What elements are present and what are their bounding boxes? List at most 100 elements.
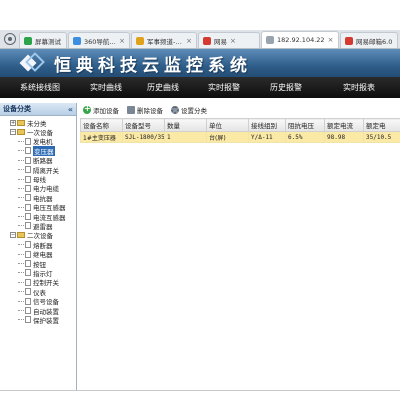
tree-item[interactable]: 熔断器 (0, 240, 76, 250)
nav-item-realtime-alarm[interactable]: 实时报警 (194, 82, 254, 93)
tab-favicon-icon (345, 36, 353, 45)
browser-tab[interactable]: 网易 × (198, 32, 260, 48)
column-header-quantity[interactable]: 数量 (164, 118, 207, 132)
tab-close-icon[interactable]: × (119, 37, 125, 45)
tree-item[interactable]: 自动装置 (0, 306, 76, 316)
add-device-button[interactable]: 添加设备 (83, 104, 119, 115)
column-header-rated-voltage[interactable]: 额定电 (363, 118, 400, 132)
cell-quantity[interactable]: 1 (164, 131, 207, 143)
document-icon (25, 203, 31, 211)
document-icon (25, 156, 31, 164)
tree-item[interactable]: 电压互感器 (0, 203, 76, 212)
document-icon (25, 307, 31, 314)
cell-rated-current[interactable]: 98.98 (324, 131, 364, 143)
tree-connector (18, 272, 24, 274)
browser-home-icon[interactable] (4, 33, 16, 45)
tree-item[interactable]: 避雷器 (0, 221, 76, 231)
tree-item[interactable]: − 二次设备 (0, 231, 76, 240)
column-header-wiring-group[interactable]: 接线组别 (248, 118, 286, 132)
document-icon (25, 194, 31, 202)
collapse-tree-icon[interactable]: − (10, 232, 16, 239)
cell-impedance-voltage[interactable]: 6.5% (285, 131, 325, 143)
tree-connector (18, 140, 24, 142)
tree-connector (18, 187, 24, 189)
browser-tab[interactable]: 360导航_新一代 × (68, 32, 130, 48)
cell-model[interactable]: SJL-1800/35 (122, 131, 165, 143)
sidebar-header: 设备分类 « (0, 103, 76, 116)
tree-item[interactable]: 电流互感器 (0, 212, 76, 222)
nav-item-realtime-curve[interactable]: 实时曲线 (80, 82, 132, 93)
tree-item[interactable]: 电力电缆 (0, 184, 76, 193)
tab-close-icon[interactable]: × (230, 37, 236, 45)
sidebar-title: 设备分类 (3, 105, 31, 113)
tree-item[interactable]: 按钮 (0, 259, 76, 269)
column-header-model[interactable]: 设备型号 (122, 118, 165, 132)
document-icon (25, 184, 31, 192)
tree-item[interactable]: 保护装置 (0, 315, 76, 325)
browser-tab[interactable]: 屏幕测试 (19, 32, 67, 48)
tree-item[interactable]: 断路器 (0, 156, 76, 165)
tree-item[interactable]: 变压器 (0, 145, 76, 156)
tab-favicon-icon (266, 36, 274, 44)
tree-connector (18, 216, 24, 218)
tab-close-icon[interactable]: × (328, 36, 334, 44)
table-row[interactable]: 1#主变压器 SJL-1800/35 1 台(屏) Y/Δ-11 6.5% 98… (80, 131, 400, 143)
collapse-icon[interactable]: « (68, 105, 73, 114)
document-icon (25, 241, 31, 249)
tree-connector (18, 319, 24, 321)
status-bar (0, 390, 400, 400)
sidebar: 设备分类 « + 未分类 − 一次设备 发电机 变压器 断路器 隔离开关 母线 电力电缆 电抗器 电压… (0, 103, 77, 390)
delete-device-button[interactable]: 删除设备 (127, 105, 163, 115)
tree-connector (18, 206, 24, 208)
tab-favicon-icon (136, 36, 144, 45)
tree-item[interactable]: 信号设备 (0, 296, 76, 306)
nav-item-realtime-report[interactable]: 实时报表 (318, 82, 400, 93)
tree-item[interactable]: 电抗器 (0, 193, 76, 203)
document-icon (25, 213, 31, 221)
document-icon (25, 222, 31, 230)
cell-unit[interactable]: 台(屏) (206, 131, 249, 143)
tree-item-label: 保护装置 (33, 316, 59, 325)
table-header-row: 设备名称 设备型号 数量 单位 接线组别 阻抗电压 额定电流 额定电 (80, 118, 400, 132)
cell-rated-voltage[interactable]: 35/10.5 (363, 131, 400, 143)
column-header-rated-current[interactable]: 额定电流 (324, 118, 364, 132)
folder-icon (17, 119, 25, 126)
tree-connector (18, 169, 24, 171)
document-icon (25, 137, 31, 145)
cell-device-name[interactable]: 1#主变压器 (80, 131, 123, 143)
tree-connector (18, 244, 24, 246)
column-header-impedance-voltage[interactable]: 阻抗电压 (285, 118, 325, 132)
category-settings-button[interactable]: 设置分类 (171, 105, 207, 115)
browser-tab-strip: 屏幕测试 360导航_新一代 × 军事频道-搜狐 × 网易 × 182.92.1… (0, 30, 400, 49)
tab-favicon-icon (73, 36, 81, 45)
main-nav: 系统接线图 实时曲线 历史曲线 实时报警 历史报警 实时报表 (0, 77, 400, 98)
nav-item-history-curve[interactable]: 历史曲线 (132, 82, 194, 93)
tree-item[interactable]: 隔离开关 (0, 165, 76, 175)
tree-item[interactable]: 控制开关 (0, 278, 76, 287)
tree-item[interactable]: 母线 (0, 174, 76, 184)
column-header-device-name[interactable]: 设备名称 (80, 118, 123, 132)
tree-item[interactable]: 发电机 (0, 137, 76, 146)
tree-item[interactable]: − 一次设备 (0, 127, 76, 137)
folder-icon (17, 129, 25, 136)
nav-item-history-alarm[interactable]: 历史报警 (254, 82, 318, 93)
category-settings-label: 设置分类 (181, 107, 207, 115)
document-icon (25, 260, 31, 268)
browser-tab[interactable]: 军事频道-搜狐 × (131, 32, 197, 48)
browser-tab-active[interactable]: 182.92.104.22 × (261, 31, 339, 48)
tree-item[interactable]: 指示灯 (0, 268, 76, 278)
column-header-unit[interactable]: 单位 (206, 118, 249, 132)
expand-icon[interactable]: + (10, 119, 16, 126)
tree-item[interactable]: 继电器 (0, 249, 76, 259)
tree-item[interactable]: + 未分类 (0, 118, 76, 128)
document-icon (25, 175, 31, 183)
tree-connector (18, 225, 24, 227)
browser-tab[interactable]: 网易邮箱6.0 (340, 32, 398, 48)
nav-item-wiring-diagram[interactable]: 系统接线图 (0, 82, 80, 93)
tab-close-icon[interactable]: × (186, 37, 192, 45)
category-tree: + 未分类 − 一次设备 发电机 变压器 断路器 隔离开关 母线 电力电缆 电抗器 电压互感器 电流互感… (0, 116, 76, 325)
tree-item[interactable]: 仪表 (0, 287, 76, 297)
collapse-tree-icon[interactable]: − (10, 129, 16, 136)
tree-connector (18, 159, 24, 161)
cell-wiring-group[interactable]: Y/Δ-11 (248, 131, 286, 143)
